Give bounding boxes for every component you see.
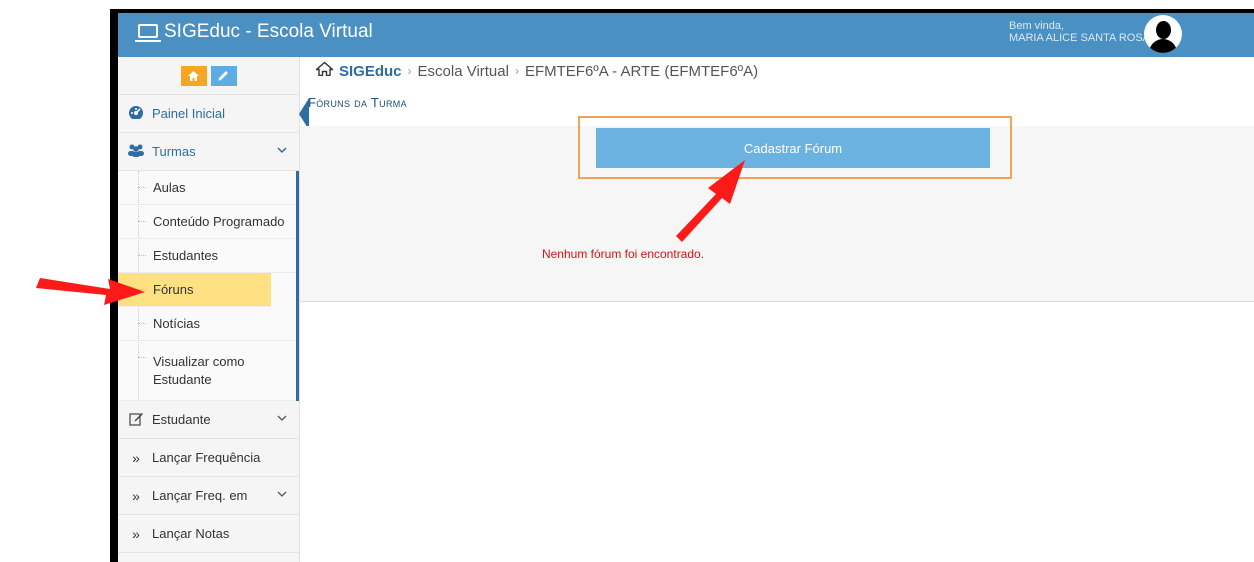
annotation-arrows [36,160,745,305]
arrow-to-foruns-icon [36,278,145,305]
screenshot-frame: SIGEduc - Escola Virtual Bem vinda, MARI… [0,0,1254,562]
arrow-to-register-button-icon [676,160,745,242]
